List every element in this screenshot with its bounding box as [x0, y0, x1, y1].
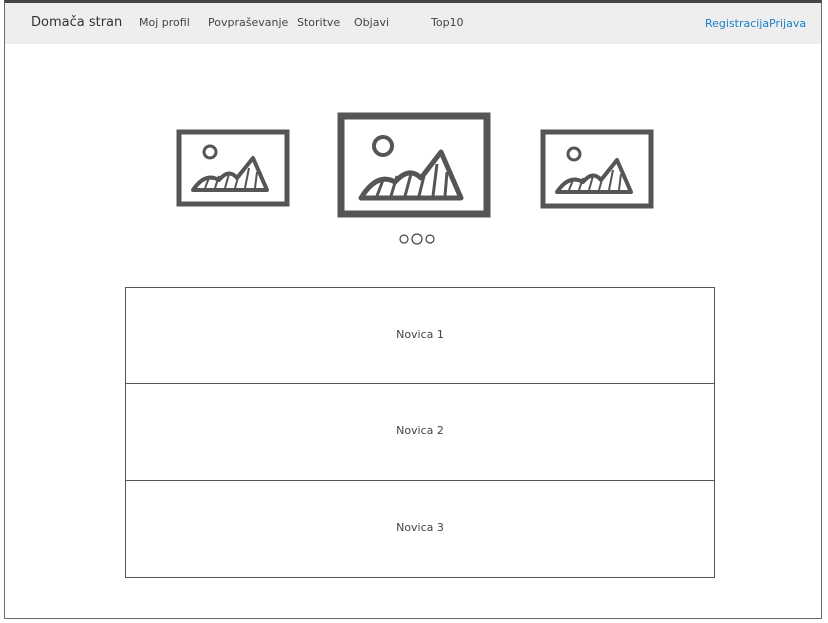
nav-item-top10[interactable]: Top10: [431, 16, 464, 29]
news-item-1[interactable]: Novica 1: [125, 287, 715, 384]
carousel-dot-2[interactable]: [411, 233, 423, 245]
carousel-image-center-icon[interactable]: [337, 112, 493, 220]
carousel-image-left-icon[interactable]: [175, 128, 293, 208]
news-item-2[interactable]: Novica 2: [125, 384, 715, 481]
news-item-3[interactable]: Novica 3: [125, 481, 715, 578]
carousel-dot-3[interactable]: [425, 234, 435, 244]
news-item-label: Novica 1: [396, 328, 444, 341]
nav-item-my-profile[interactable]: Moj profil: [139, 16, 190, 29]
news-item-label: Novica 3: [396, 521, 444, 534]
page-frame: Domača stran Moj profil Povpraševanje St…: [4, 0, 822, 619]
news-item-label: Novica 2: [396, 424, 444, 437]
carousel-dot-1[interactable]: [399, 234, 409, 244]
nav-link-register[interactable]: Registracija: [705, 17, 769, 30]
nav-link-login[interactable]: Prijava: [769, 17, 806, 30]
nav-brand-home[interactable]: Domača stran: [31, 15, 122, 30]
navbar: Domača stran Moj profil Povpraševanje St…: [5, 3, 821, 44]
carousel-dots[interactable]: [398, 232, 448, 246]
nav-item-inquiry[interactable]: Povpraševanje: [208, 16, 288, 29]
nav-item-services[interactable]: Storitve: [297, 16, 340, 29]
nav-item-publish[interactable]: Objavi: [354, 16, 389, 29]
carousel-image-right-icon[interactable]: [539, 128, 657, 210]
